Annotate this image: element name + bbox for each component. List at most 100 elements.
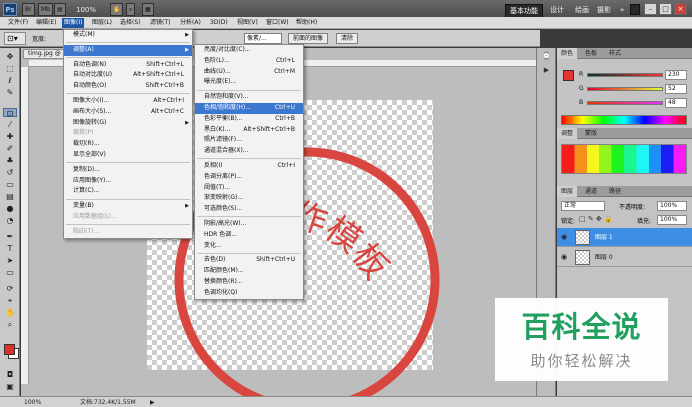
fill-field[interactable]: 100%: [657, 215, 687, 225]
adjust-menu-item[interactable]: 阴影/高光(W)...: [195, 219, 303, 230]
menu-analysis[interactable]: 分析(A): [178, 18, 203, 28]
green-slider[interactable]: G 52: [561, 84, 689, 94]
blue-value-field[interactable]: 48: [665, 98, 687, 108]
image-menu-item[interactable]: 显示全部(V): [64, 150, 192, 161]
image-menu-item[interactable]: 计算(C)...: [64, 186, 192, 197]
menu-3d[interactable]: 3D(D): [208, 18, 230, 28]
adjust-menu-item[interactable]: 渐变映射(G)...: [195, 193, 303, 204]
image-menu-item[interactable]: 图像旋转(G) ▶: [64, 118, 192, 129]
document-tab[interactable]: timg.jpg @: [23, 49, 66, 59]
zoom-tool-icon[interactable]: ⌕: [3, 320, 17, 329]
move-tool-icon[interactable]: ✥: [3, 52, 17, 61]
adjust-menu-item[interactable]: 亮度/对比度(C)...: [195, 45, 303, 56]
menu-view[interactable]: 视图(V): [235, 18, 260, 28]
menu-edit[interactable]: 编辑(E): [34, 18, 58, 28]
3d-rotate-tool-icon[interactable]: ⟳: [3, 284, 17, 293]
tab-color[interactable]: 颜色: [557, 48, 578, 59]
maximize-button[interactable]: □: [659, 3, 672, 15]
gradient-tool-icon[interactable]: ▤: [3, 192, 17, 201]
type-tool-icon[interactable]: T: [3, 244, 17, 253]
screen-mode-icon[interactable]: ▣: [3, 382, 17, 391]
quick-selection-tool-icon[interactable]: ✎: [3, 88, 17, 97]
eraser-tool-icon[interactable]: ▭: [3, 180, 17, 189]
adjustment-presets-grid[interactable]: [561, 144, 687, 174]
hand-tool-icon[interactable]: ✋: [110, 3, 124, 16]
status-menu-arrow-icon[interactable]: ▶: [150, 398, 155, 407]
menu-window[interactable]: 窗口(W): [264, 18, 291, 28]
front-image-button[interactable]: 前面的图像: [288, 33, 329, 44]
cs-live-search[interactable]: [630, 4, 640, 15]
clear-button[interactable]: 清除: [336, 33, 359, 44]
adjust-menu-item[interactable]: 通道混合器(X)...: [195, 146, 303, 157]
adjust-menu-item[interactable]: 照片滤镜(F)...: [195, 135, 303, 146]
menu-image[interactable]: 图像(I): [62, 18, 85, 28]
eye-icon[interactable]: ◉: [561, 253, 567, 261]
marquee-tool-icon[interactable]: ⬚: [3, 64, 17, 73]
green-value-field[interactable]: 52: [665, 84, 687, 94]
view-extras-button[interactable]: ▤: [54, 3, 66, 16]
resolution-unit-select[interactable]: 像素/...: [244, 33, 282, 44]
foreground-color-swatch[interactable]: [4, 344, 15, 355]
adjust-menu-item[interactable]: 自然饱和度(V)...: [195, 92, 303, 103]
red-slider[interactable]: R 230: [561, 70, 689, 80]
adjust-menu-item[interactable]: 色相/饱和度(H)... Ctrl+U: [195, 102, 303, 114]
history-panel-icon[interactable]: ⌚: [541, 52, 552, 61]
adjust-menu-item[interactable]: 去色(D) Shift+Ctrl+U: [195, 255, 303, 266]
adjust-menu-item[interactable]: 黑白(K)... Alt+Shift+Ctrl+B: [195, 125, 303, 136]
red-value-field[interactable]: 230: [665, 70, 687, 80]
tab-paths[interactable]: 路径: [605, 186, 625, 197]
blue-slider[interactable]: B 48: [561, 98, 689, 108]
3d-camera-tool-icon[interactable]: ⌖: [3, 296, 17, 305]
layer-row-layer-0[interactable]: ◉ 图层 0: [557, 248, 692, 267]
workspace-photography[interactable]: 摄影: [597, 4, 611, 16]
zoom-level-select[interactable]: 100%: [76, 4, 96, 16]
actions-panel-icon[interactable]: ▶: [541, 66, 552, 75]
image-menu-item[interactable]: 变量(B) ▶: [64, 201, 192, 212]
adjust-menu-item[interactable]: 匹配颜色(M)...: [195, 266, 303, 277]
adjust-menu-item[interactable]: 色调分离(P)...: [195, 172, 303, 183]
image-menu-item[interactable]: 复制(D)...: [64, 165, 192, 176]
image-menu-item[interactable]: 裁切(R)...: [64, 139, 192, 150]
eyedropper-tool-icon[interactable]: ⁄: [3, 120, 17, 129]
menu-select[interactable]: 选择(S): [118, 18, 143, 28]
image-menu-item[interactable]: 自动色调(N) Shift+Ctrl+L: [64, 60, 192, 71]
workspace-essentials[interactable]: 基本功能: [505, 4, 543, 18]
menu-layer[interactable]: 图层(L): [90, 18, 114, 28]
crop-tool-preset-picker[interactable]: ⊡▾: [4, 32, 26, 45]
image-menu-item[interactable]: 图像大小(I)... Alt+Ctrl+I: [64, 96, 192, 107]
color-spectrum-bar[interactable]: [561, 115, 687, 125]
clone-stamp-tool-icon[interactable]: ♣: [3, 156, 17, 165]
tab-masks[interactable]: 蒙版: [581, 128, 601, 139]
adjust-menu-item[interactable]: 色彩平衡(B)... Ctrl+B: [195, 114, 303, 125]
zoom-tool-icon[interactable]: ⌕: [126, 3, 136, 16]
adjust-menu-item[interactable]: 曝光度(E)...: [195, 77, 303, 88]
adjust-menu-item[interactable]: 色调均化(Q): [195, 288, 303, 299]
history-brush-tool-icon[interactable]: ↺: [3, 168, 17, 177]
image-menu-item[interactable]: 应用图像(Y)...: [64, 176, 192, 187]
eye-icon[interactable]: ◉: [561, 233, 567, 241]
image-menu-item[interactable]: 调整(A) ▶: [64, 44, 192, 56]
menu-file[interactable]: 文件(F): [6, 18, 30, 28]
adjust-menu-item[interactable]: 阈值(T)...: [195, 183, 303, 194]
adjust-menu-item[interactable]: 曲线(U)... Ctrl+M: [195, 67, 303, 78]
image-menu-item[interactable]: 自动对比度(U) Alt+Shift+Ctrl+L: [64, 70, 192, 81]
brush-tool-icon[interactable]: ✐: [3, 144, 17, 153]
layer-row-layer-1[interactable]: ◉ 图层 1: [557, 228, 692, 247]
image-menu-item[interactable]: 自动颜色(O) Shift+Ctrl+B: [64, 81, 192, 92]
shape-tool-icon[interactable]: ▭: [3, 268, 17, 277]
layer-name[interactable]: 图层 1: [595, 228, 613, 247]
workspace-painting[interactable]: 绘画: [575, 4, 589, 16]
lock-icons[interactable]: □ ✎ ✥ 🔒: [579, 215, 613, 223]
launch-bridge-button[interactable]: Br: [22, 3, 35, 16]
tab-swatches[interactable]: 色板: [581, 48, 601, 59]
adjust-menu-item[interactable]: 色阶(L)... Ctrl+L: [195, 56, 303, 67]
blur-tool-icon[interactable]: ●: [3, 204, 17, 213]
tab-styles[interactable]: 样式: [605, 48, 625, 59]
adjust-menu-item[interactable]: 可选颜色(S)...: [195, 204, 303, 215]
adjust-menu-item[interactable]: 替换颜色(R)...: [195, 277, 303, 288]
adjust-menu-item[interactable]: 反相(I) Ctrl+I: [195, 161, 303, 172]
dodge-tool-icon[interactable]: ◔: [3, 216, 17, 225]
tab-channels[interactable]: 通道: [581, 186, 601, 197]
image-menu-item[interactable]: 模式(M) ▶: [64, 30, 192, 41]
healing-brush-tool-icon[interactable]: ✚: [3, 132, 17, 141]
